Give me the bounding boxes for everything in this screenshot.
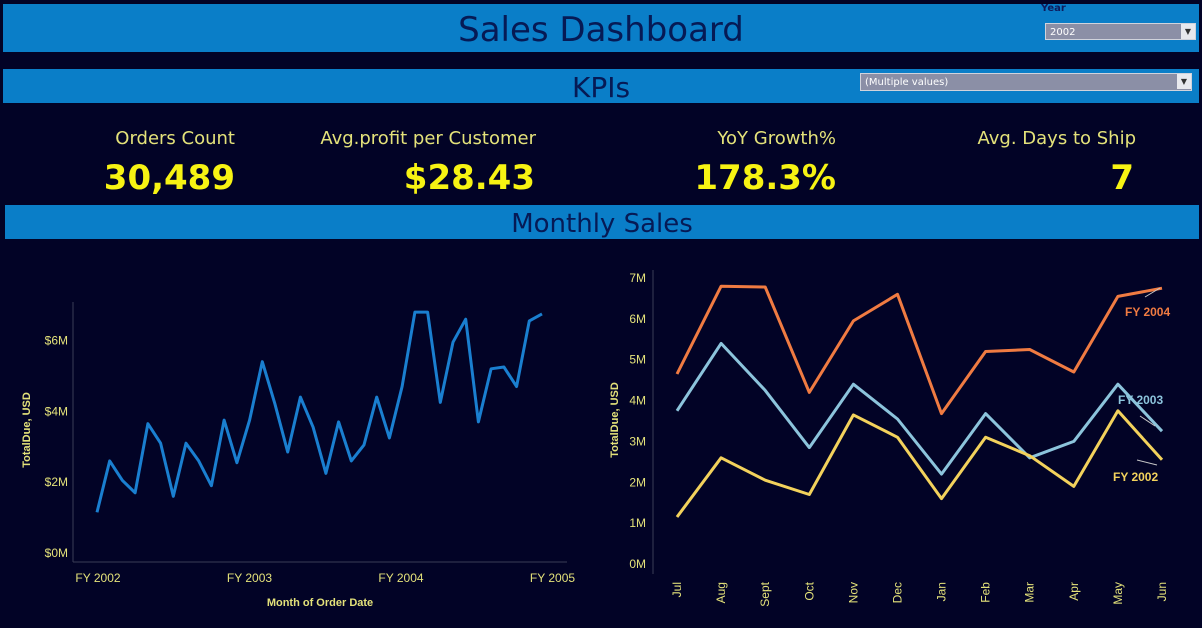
series-label: FY 2003 <box>1118 393 1163 407</box>
y-tick-label: 7M <box>629 271 646 285</box>
y-tick-label: $6M <box>45 333 68 347</box>
year-dropdown-value: 2002 <box>1050 27 1076 38</box>
x-tick-label: FY 2004 <box>378 571 423 585</box>
monthly-section-title: Monthly Sales <box>5 205 1199 239</box>
x-tick-label: FY 2005 <box>530 571 575 585</box>
year-dropdown[interactable]: 2002 ▼ <box>1045 23 1196 40</box>
year-filter-label: Year <box>1041 3 1066 14</box>
sales-trend-line <box>95 310 543 513</box>
kpi-orders-count-value: 30,489 <box>103 158 235 198</box>
kpi-avg-profit-value: $28.43 <box>403 158 535 198</box>
y-tick-label: 4M <box>629 394 646 408</box>
x-tick-label: Jun <box>1155 582 1169 601</box>
x-tick-label: May <box>1111 582 1125 605</box>
y-tick-label: 6M <box>629 312 646 326</box>
dashboard-title: Sales Dashboard <box>3 4 1199 52</box>
segment-dropdown-value: (Multiple values) <box>865 77 949 88</box>
x-tick-label: Dec <box>890 582 904 603</box>
series-line-fy-2004 <box>675 284 1163 416</box>
kpi-avg-profit-label: Avg.profit per Customer <box>320 128 536 149</box>
y-tick-label: 1M <box>629 516 646 530</box>
series-label-leader <box>1136 459 1158 466</box>
series-label: FY 2002 <box>1113 470 1158 484</box>
series-line-fy-2003 <box>675 341 1164 476</box>
y-axis-title: TotalDue, USD <box>21 392 33 468</box>
y-tick-label: 5M <box>629 353 646 367</box>
y-tick-label: 3M <box>629 434 646 448</box>
kpi-yoy-growth-label: YoY Growth% <box>717 128 836 149</box>
monthly-sales-trend-chart: $0M $2M $4M $6M FY 2002 FY 2003 FY 2004 FY 2005… <box>21 302 575 609</box>
y-tick-label: $4M <box>45 404 68 418</box>
x-tick-label: Apr <box>1067 582 1081 601</box>
kpi-days-to-ship-label: Avg. Days to Ship <box>977 128 1136 149</box>
x-tick-label: Sept <box>758 581 772 606</box>
y-tick-label: 2M <box>629 475 646 489</box>
x-tick-label: FY 2002 <box>75 571 120 585</box>
x-tick-label: Oct <box>802 581 816 600</box>
kpi-yoy-growth-value: 178.3% <box>694 158 836 198</box>
x-tick-label: Feb <box>979 582 993 603</box>
x-axis-title: Month of Order Date <box>267 597 373 609</box>
x-tick-label: Nov <box>846 582 860 603</box>
x-tick-label: Jan <box>935 582 949 601</box>
chevron-down-icon[interactable]: ▼ <box>1181 24 1195 39</box>
y-tick-label: 0M <box>629 557 646 571</box>
x-tick-label: Aug <box>714 582 728 603</box>
segment-dropdown[interactable]: (Multiple values) ▼ <box>860 73 1192 91</box>
series-label: FY 2004 <box>1125 305 1170 319</box>
x-tick-label: Jul <box>670 582 684 597</box>
y-axis-title: TotalDue, USD <box>609 382 621 458</box>
y-tick-label: $2M <box>45 475 68 489</box>
kpi-orders-count-label: Orders Count <box>115 128 235 149</box>
kpi-days-to-ship-value: 7 <box>1110 158 1134 198</box>
y-tick-label: $0M <box>45 546 68 560</box>
x-tick-label: FY 2003 <box>227 571 272 585</box>
fiscal-year-comparison-chart: 0M 1M 2M 3M 4M 5M 6M 7M Jul Aug Sept Oct Nov Dec Jan Fe… <box>609 270 1170 607</box>
chevron-down-icon[interactable]: ▼ <box>1177 74 1191 89</box>
x-tick-label: Mar <box>1023 582 1037 603</box>
series-line-fy-2002 <box>675 409 1164 518</box>
